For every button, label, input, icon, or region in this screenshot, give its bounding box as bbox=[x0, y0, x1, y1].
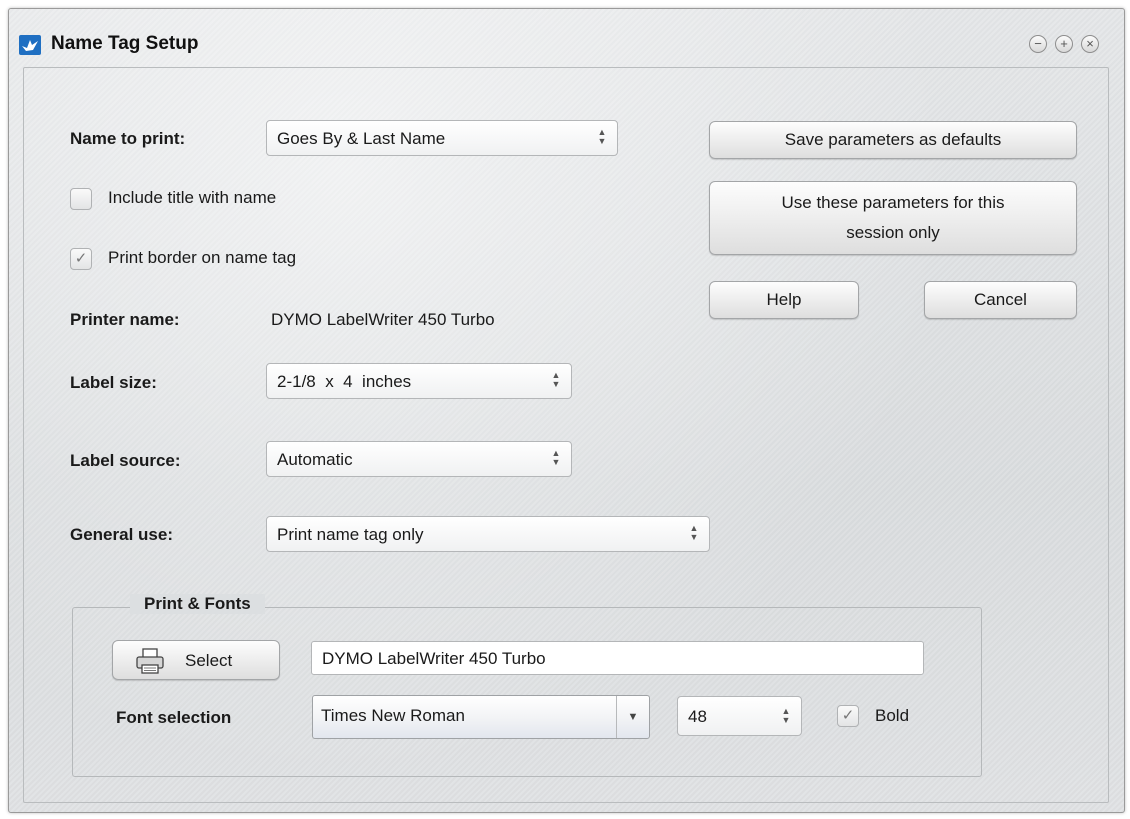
checkmark-icon: ✓ bbox=[841, 707, 855, 724]
print-fonts-legend: Print & Fonts bbox=[130, 594, 265, 614]
include-title-label: Include title with name bbox=[108, 188, 277, 207]
minimize-button[interactable]: − bbox=[1029, 35, 1047, 53]
font-family-value: Times New Roman bbox=[321, 706, 465, 725]
label-size-value: 2-1/8 x 4 inches bbox=[277, 372, 412, 391]
font-size-value: 48 bbox=[688, 707, 707, 726]
checkmark-icon: ✓ bbox=[74, 250, 88, 267]
help-button[interactable]: Help bbox=[709, 281, 859, 319]
name-to-print-label: Name to print: bbox=[70, 129, 186, 148]
font-size-select[interactable]: 48 ▲ ▼ bbox=[677, 696, 802, 736]
dove-icon bbox=[19, 35, 41, 55]
up-down-spinner-icon: ▲ ▼ bbox=[781, 706, 791, 725]
save-defaults-button[interactable]: Save parameters as defaults bbox=[709, 121, 1077, 159]
label-size-label: Label size: bbox=[70, 373, 157, 392]
select-button-label: Select bbox=[185, 651, 233, 670]
printer-icon bbox=[135, 648, 165, 679]
font-family-combo[interactable]: Times New Roman ▼ bbox=[312, 695, 650, 739]
bold-label: Bold bbox=[875, 706, 910, 725]
include-title-checkbox[interactable] bbox=[70, 188, 92, 210]
printer-field-value: DYMO LabelWriter 450 Turbo bbox=[322, 649, 546, 668]
cancel-button[interactable]: Cancel bbox=[924, 281, 1077, 319]
label-source-label: Label source: bbox=[70, 451, 181, 470]
bold-checkbox[interactable]: ✓ bbox=[837, 705, 859, 727]
up-down-spinner-icon: ▲ ▼ bbox=[551, 448, 561, 467]
select-printer-button[interactable]: Select bbox=[112, 640, 280, 680]
print-border-label: Print border on name tag bbox=[108, 248, 297, 267]
general-use-label: General use: bbox=[70, 525, 173, 544]
session-only-button[interactable]: Use these parameters for this session on… bbox=[709, 181, 1077, 255]
up-down-spinner-icon: ▲ ▼ bbox=[689, 523, 699, 542]
font-selection-label: Font selection bbox=[116, 708, 232, 727]
maximize-button[interactable]: + bbox=[1055, 35, 1073, 53]
label-size-select[interactable]: 2-1/8 x 4 inches ▲ ▼ bbox=[266, 363, 572, 399]
printer-name-value: DYMO LabelWriter 450 Turbo bbox=[271, 310, 495, 329]
up-down-spinner-icon: ▲ ▼ bbox=[551, 370, 561, 389]
session-only-line1: Use these parameters for this bbox=[781, 193, 1005, 212]
window-title: Name Tag Setup bbox=[51, 33, 199, 54]
name-to-print-value: Goes By & Last Name bbox=[277, 129, 446, 148]
chevron-down-icon[interactable]: ▼ bbox=[616, 696, 649, 738]
print-border-checkbox[interactable]: ✓ bbox=[70, 248, 92, 270]
printer-field[interactable]: DYMO LabelWriter 450 Turbo bbox=[311, 641, 924, 675]
printer-name-label: Printer name: bbox=[70, 310, 180, 329]
session-only-line2: session only bbox=[846, 223, 940, 242]
general-use-select[interactable]: Print name tag only ▲ ▼ bbox=[266, 516, 710, 552]
label-source-select[interactable]: Automatic ▲ ▼ bbox=[266, 441, 572, 477]
title-bar[interactable]: Name Tag Setup − + × bbox=[9, 9, 1124, 65]
close-button[interactable]: × bbox=[1081, 35, 1099, 53]
name-to-print-select[interactable]: Goes By & Last Name ▲ ▼ bbox=[266, 120, 618, 156]
up-down-spinner-icon: ▲ ▼ bbox=[597, 127, 607, 146]
general-use-value: Print name tag only bbox=[277, 525, 424, 544]
print-fonts-group bbox=[72, 607, 982, 777]
label-source-value: Automatic bbox=[277, 450, 353, 469]
